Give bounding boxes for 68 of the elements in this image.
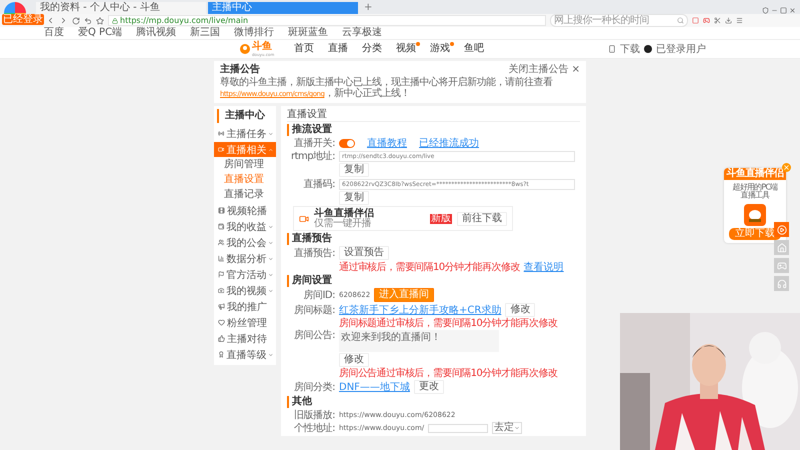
download-link[interactable]: 下载 xyxy=(620,42,640,56)
copy-button[interactable]: 复制 xyxy=(339,163,369,177)
browser-badge: 已经登录 xyxy=(2,14,44,25)
download-button[interactable]: 前往下载 xyxy=(457,212,507,226)
section-heading: 推流设置 xyxy=(287,124,580,136)
sidebar-item[interactable]: 粉丝管理 xyxy=(214,315,276,330)
nav-link[interactable]: 视频 xyxy=(396,43,416,55)
bookmark[interactable]: 云享极速 xyxy=(342,27,382,39)
field-label: 直播码: xyxy=(302,178,335,190)
sidebar-item[interactable]: 我的收益 xyxy=(214,219,276,234)
nav-link[interactable]: 游戏 xyxy=(430,43,450,55)
page-title: 直播设置 xyxy=(287,108,580,122)
select-dropdown[interactable]: 去定 xyxy=(492,422,522,434)
sidebar-item[interactable]: 直播等级 xyxy=(214,347,276,362)
new-tab-button[interactable]: + xyxy=(360,2,376,14)
review-note: 房间标题通过审核后，需要间隔10分钟才能再次修改 xyxy=(339,318,558,329)
promo-subtitle: 仅需一键开播 xyxy=(314,219,372,229)
sidebar-title: 主播中心 xyxy=(217,109,276,123)
sidebar-item[interactable]: 官方活动 xyxy=(214,267,276,282)
field-label: 直播预告: xyxy=(293,248,335,258)
field-label: 旧版播放: xyxy=(293,410,335,420)
sidebar-item[interactable]: 我的公会 xyxy=(214,235,276,250)
copy-button[interactable]: 复制 xyxy=(339,191,369,205)
widget-subtitle: 超好用的PC端直播工具 xyxy=(732,184,779,200)
set-preview-button[interactable]: 设置预告 xyxy=(339,246,389,260)
field-label: 房间分类: xyxy=(293,382,335,392)
sidebar-item[interactable]: 我的推广 xyxy=(214,299,276,314)
bookmark[interactable]: 微博排行 xyxy=(234,27,274,39)
sidebar-item[interactable]: 数据分析 xyxy=(214,251,276,266)
bookmark[interactable]: 爱Q PC端 xyxy=(78,27,122,39)
bookmark[interactable]: 斑斑蓝鱼 xyxy=(288,27,328,39)
field-label: 房间标题: xyxy=(293,304,335,316)
review-note: 房间公告通过审核后，需要间隔10分钟才能再次修改 xyxy=(339,368,558,379)
announcement-field[interactable]: 欢迎来到我的直播间！ xyxy=(339,330,499,352)
edit-button[interactable]: 修改 xyxy=(339,353,369,367)
sidebar-item[interactable]: 主播任务 xyxy=(214,126,276,141)
url-text: https://mp.douyu.com/live/main xyxy=(120,16,248,25)
review-note: 通过审核后，需要间隔10分钟才能再次修改 xyxy=(339,262,520,272)
close-notice-link[interactable]: 关闭主播公告 xyxy=(508,64,569,76)
help-link[interactable]: 查看说明 xyxy=(524,262,564,272)
sidebar-item[interactable]: 视频轮播 xyxy=(214,203,276,218)
widget-title: 斗鱼直播伴侣 xyxy=(724,168,786,180)
field-label: 直播开关: xyxy=(293,138,335,148)
promo-title: 斗鱼直播伴侣 xyxy=(314,208,375,219)
nav-link[interactable]: 鱼吧 xyxy=(464,43,484,55)
nav-link[interactable]: 直播 xyxy=(328,43,348,55)
nav-link[interactable]: 分类 xyxy=(362,43,382,55)
section-heading: 其他 xyxy=(287,396,580,408)
sidebar-subitem[interactable]: 房间管理 xyxy=(214,158,276,172)
address-field[interactable]: https://mp.douyu.com/live/main xyxy=(108,15,546,26)
field-label: 房间ID: xyxy=(302,290,335,300)
nav-link[interactable]: 首页 xyxy=(294,43,314,55)
bookmark[interactable]: 百度 xyxy=(44,27,64,39)
field-label: 个性地址: xyxy=(293,422,335,434)
logo-text: 斗鱼 xyxy=(252,42,273,52)
sidebar-item[interactable]: 我的视频 xyxy=(214,283,276,298)
field-label: 房间公告: xyxy=(293,330,335,341)
edit-button[interactable]: 修改 xyxy=(505,303,536,317)
edit-button[interactable]: 更改 xyxy=(414,380,444,394)
bookmark[interactable]: 新三国 xyxy=(190,27,220,39)
bookmark[interactable]: 腾讯视频 xyxy=(136,27,176,39)
field-label: rtmp地址: xyxy=(290,150,335,162)
user-name[interactable]: 已登录用户 xyxy=(656,42,706,56)
sidebar-item[interactable]: 主播对待 xyxy=(214,331,276,346)
close-icon[interactable]: × xyxy=(572,64,580,76)
sidebar-subitem[interactable]: 直播记录 xyxy=(214,188,276,202)
notice-title: 主播公告 xyxy=(220,64,260,76)
value-link[interactable]: 红茶新手下乡上分新手攻略+CR求助 xyxy=(339,304,502,316)
